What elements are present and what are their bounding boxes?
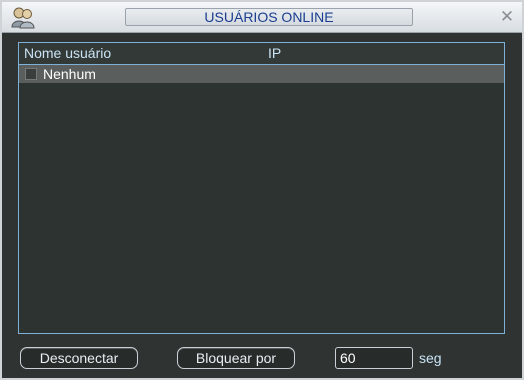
title-bar: USUÁRIOS ONLINE ✕ [2,2,522,33]
row-username: Nenhum [43,66,96,82]
window-title: USUÁRIOS ONLINE [125,8,413,26]
list-header: Nome usuário IP [19,43,504,65]
seconds-unit-label: seg [419,350,442,366]
disconnect-button[interactable]: Desconectar [20,347,138,369]
block-for-button[interactable]: Bloquear por [177,347,295,369]
column-header-ip: IP [268,45,282,61]
online-users-list: Nome usuário IP Nenhum [18,42,505,334]
column-header-username: Nome usuário [24,45,112,61]
online-users-dialog: USUÁRIOS ONLINE ✕ Nome usuário IP Nenhum… [0,0,524,380]
row-checkbox[interactable] [25,68,37,80]
users-icon [11,7,35,29]
block-seconds-input[interactable]: 60 [335,347,413,369]
close-icon[interactable]: ✕ [498,8,516,26]
list-item[interactable]: Nenhum [19,65,504,83]
